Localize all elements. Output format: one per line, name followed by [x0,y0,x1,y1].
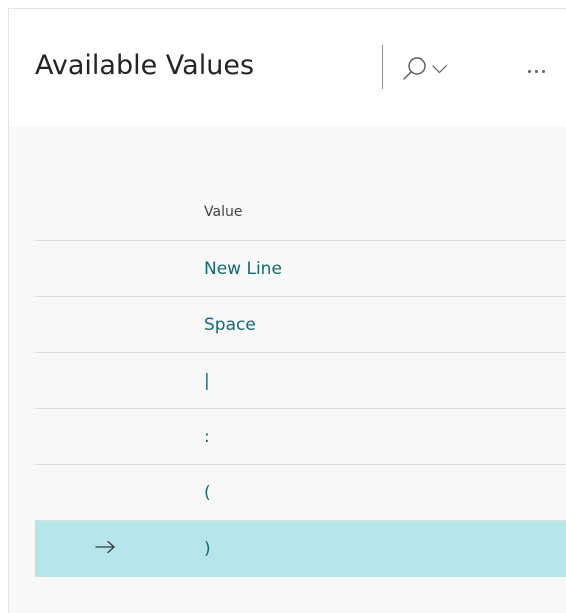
table-row-selected[interactable]: ) [35,521,566,577]
values-table: Value New Line Space | : ( ) [9,127,566,613]
table-row[interactable]: New Line [35,241,566,297]
table-row[interactable]: : [35,409,566,465]
row-value[interactable]: ( [204,483,211,503]
row-value[interactable]: | [204,371,210,391]
title-divider [382,45,383,89]
more-options-icon-dot [535,70,538,73]
column-header-value[interactable]: Value [204,204,242,220]
table-row[interactable]: Space [35,297,566,353]
row-value[interactable]: : [204,427,210,447]
table-row[interactable]: | [35,353,566,409]
table-row[interactable]: ( [35,465,566,521]
search-icon [403,57,447,80]
column-header: Value [35,187,566,241]
row-value[interactable]: ) [204,539,211,559]
page-header: Available Values [9,9,566,127]
more-options-icon [528,70,531,73]
row-value[interactable]: Space [204,315,256,335]
search-button[interactable] [401,56,469,86]
arrow-right-icon [95,540,115,554]
page-title: Available Values [35,50,255,81]
more-options-icon-dot [542,70,545,73]
row-value[interactable]: New Line [204,259,282,279]
more-options-button[interactable] [526,56,566,86]
